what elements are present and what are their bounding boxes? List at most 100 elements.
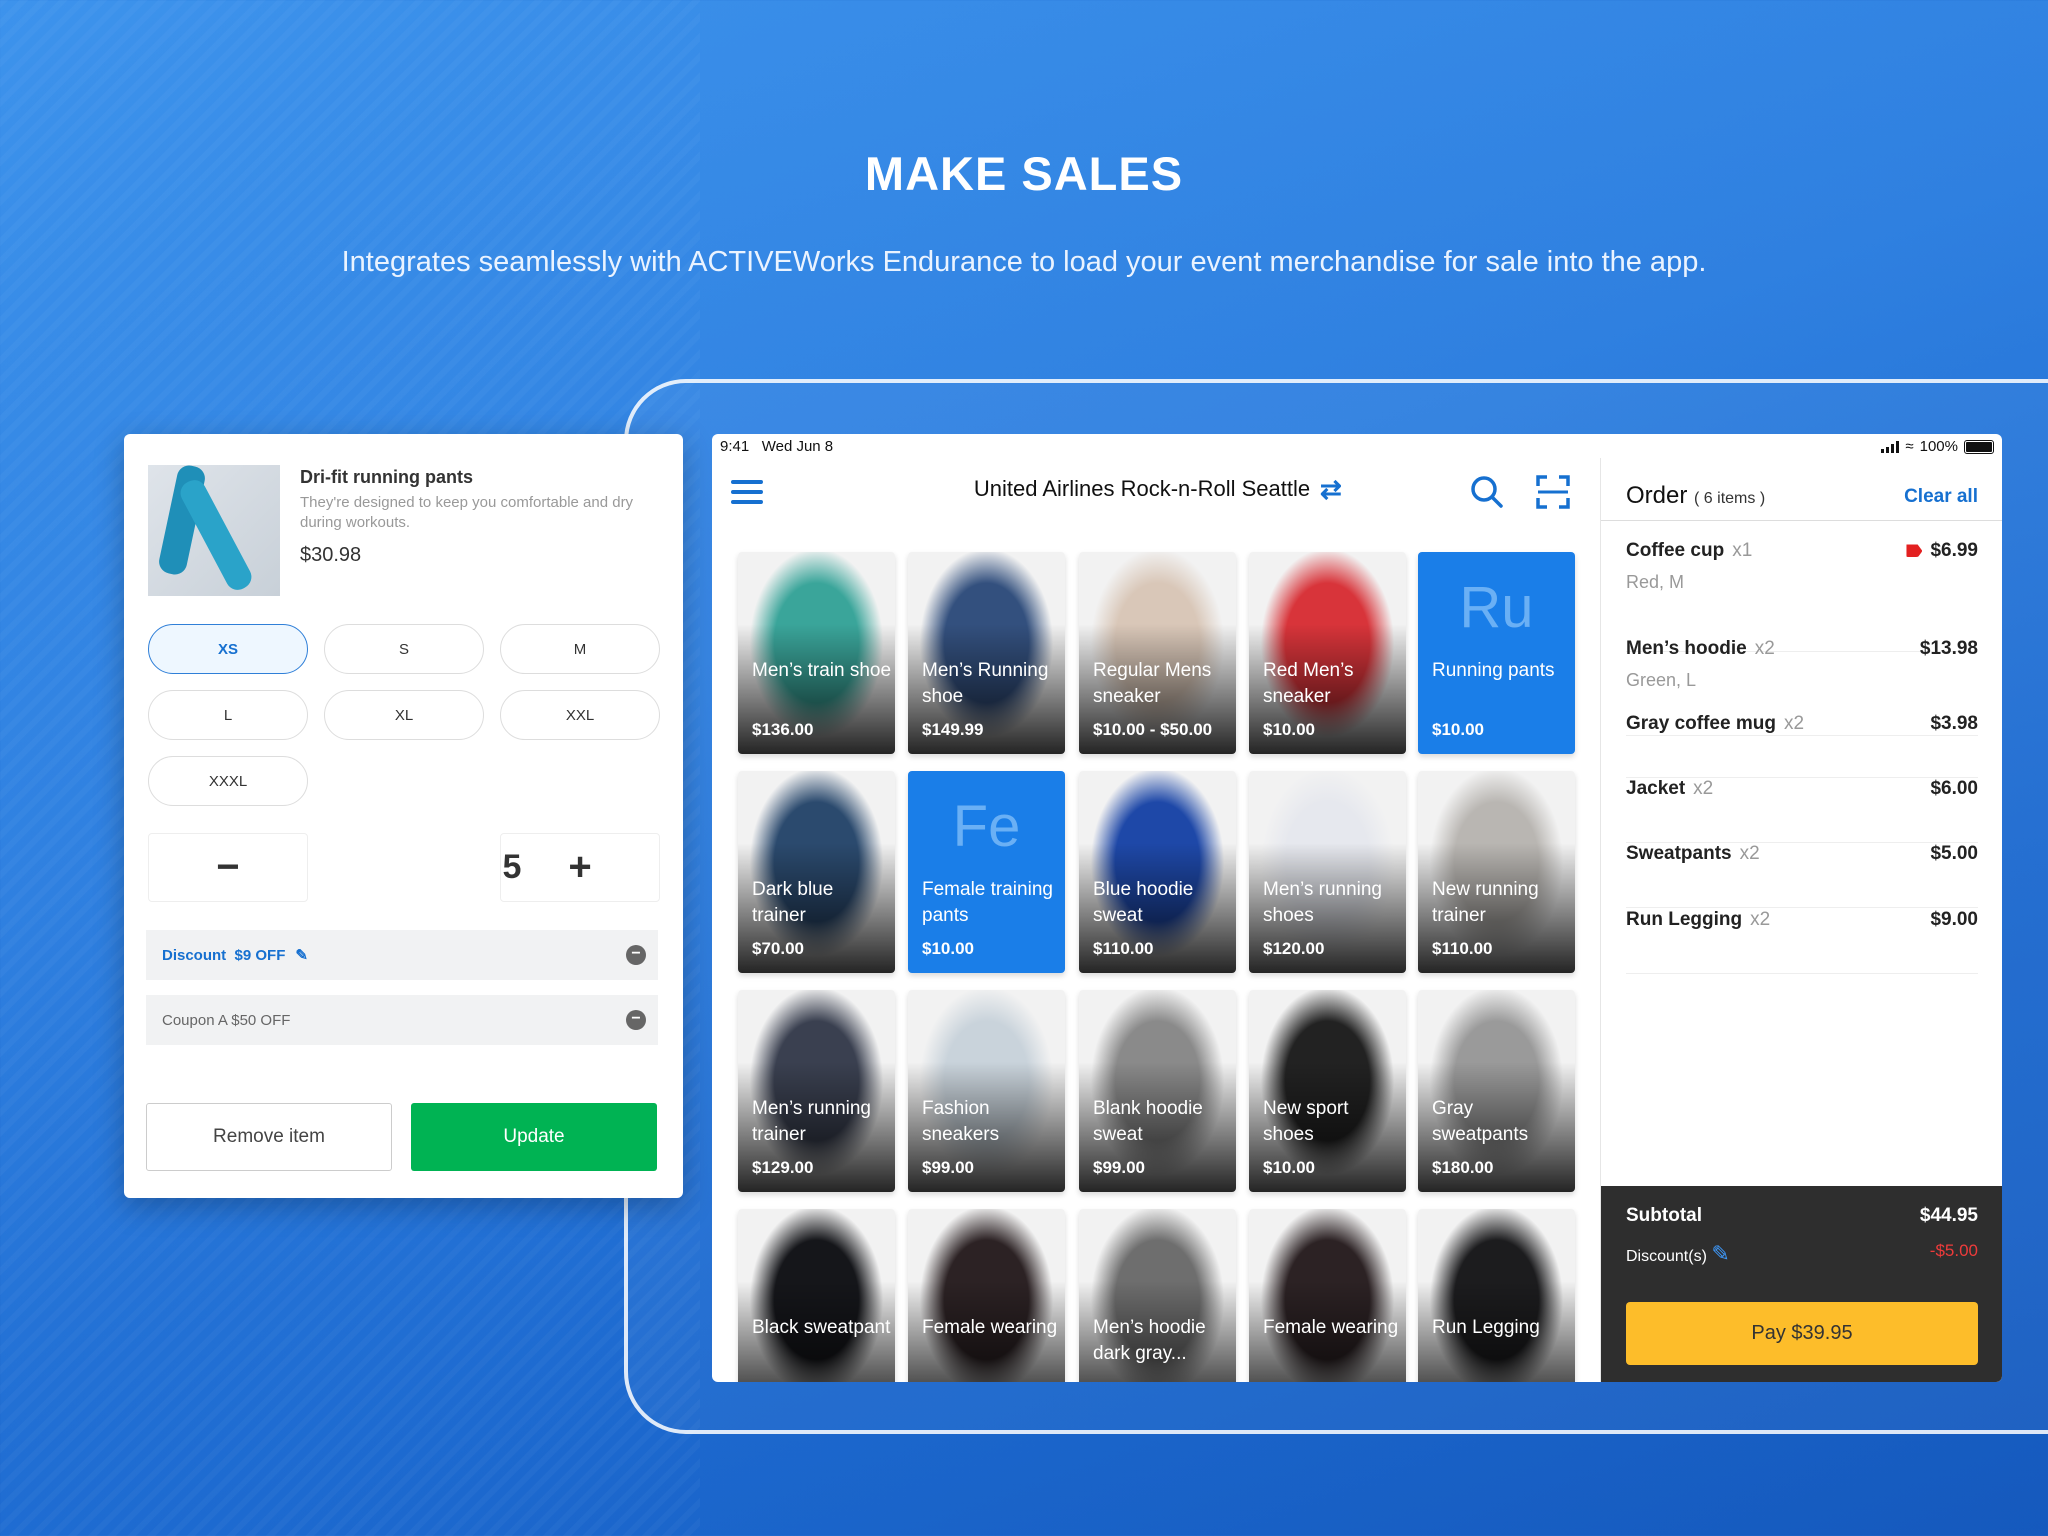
remove-discount-icon[interactable]: − [626,945,646,965]
item-qty: x2 [1783,713,1805,734]
swap-event-icon[interactable]: ⇄ [1320,474,1342,505]
size-option-xxl[interactable]: XXL [500,690,660,740]
product-name: Gray sweatpants [1432,1098,1529,1145]
product-name: Run Legging [1432,1317,1540,1338]
size-option-l[interactable]: L [148,690,308,740]
product-tile[interactable]: Ru Running pants $10.00 [1418,552,1575,754]
product-tile[interactable]: Blank hoodie sweat $99.00 [1079,990,1236,1192]
size-option-xxxl[interactable]: XXXL [148,756,308,806]
product-tile[interactable]: Fe Female training pants $10.00 [908,771,1065,973]
product-tile[interactable]: Gray sweatpants $180.00 [1418,990,1575,1192]
battery-percent: 100% [1919,438,1958,455]
product-tile[interactable]: Regular Mens sneaker $10.00 - $50.00 [1079,552,1236,754]
product-price: $110.00 [1432,939,1493,958]
product-tile[interactable]: Female wearing [908,1209,1065,1382]
item-qty: x2 [1693,778,1714,799]
wifi-icon: ≈ [1905,438,1914,455]
size-option-m[interactable]: M [500,624,660,674]
search-icon[interactable] [1467,472,1507,512]
product-name: New running trainer [1432,879,1539,926]
size-option-xs[interactable]: XS [148,624,308,674]
clear-all-button[interactable]: Clear all [1904,486,1978,508]
product-name: Men’s running shoes [1263,879,1383,926]
product-tile[interactable]: New running trainer $110.00 [1418,771,1575,973]
order-item[interactable]: Run Legging x2 $9.00 [1626,909,1978,974]
product-initials: Fe [952,794,1021,859]
discount-row[interactable]: Discount $9 OFF ✎ − [146,930,658,980]
order-item[interactable]: Sweatpants x2 $5.00 [1626,843,1978,908]
product-name: Regular Mens sneaker [1093,660,1212,707]
item-editor-card: Dri-fit running pants They're designed t… [124,434,683,1198]
order-item[interactable]: Gray coffee mug x2 $3.98 [1626,713,1978,778]
product-tile[interactable]: Men’s Running shoe $149.99 [908,552,1065,754]
menu-icon[interactable] [731,480,763,504]
pay-button[interactable]: Pay $39.95 [1626,1302,1978,1365]
product-title: Dri-fit running pants [300,467,473,487]
item-price: $9.00 [1930,909,1978,930]
pencil-icon[interactable]: ✎ [1711,1241,1729,1266]
discounts-value: -$5.00 [1929,1241,1978,1260]
product-tile[interactable]: Dark blue trainer $70.00 [738,771,895,973]
product-name: Female wearing [1263,1317,1399,1338]
product-name: Dark blue trainer [752,879,834,926]
subtotal-value: $44.95 [1919,1205,1978,1226]
product-price: $99.00 [1093,1158,1145,1177]
product-price: $110.00 [1093,939,1154,958]
item-qty: x2 [1739,843,1760,864]
product-tile[interactable]: Run Legging [1418,1209,1575,1382]
item-price: $6.00 [1930,778,1978,799]
coupon-row[interactable]: Coupon A $50 OFF − [146,995,658,1045]
status-time: 9:41 Wed Jun 8 [720,438,834,455]
product-name: Men’s train shoe [752,660,892,681]
product-price: $136.00 [752,720,814,739]
item-price: $3.98 [1930,713,1978,734]
item-price: $6.99 [1930,540,1978,561]
product-price: $10.00 - $50.00 [1093,720,1213,739]
remove-item-button[interactable]: Remove item [146,1103,392,1171]
product-tile[interactable]: Red Men’s sneaker $10.00 [1249,552,1406,754]
item-variant: Red, M [1626,572,1685,592]
product-tile[interactable]: Men’s hoodie dark gray... [1079,1209,1236,1382]
product-price: $10.00 [1263,1158,1315,1177]
product-tile[interactable]: Black sweatpant [738,1209,895,1382]
product-tile[interactable]: Fashion sneakers $99.00 [908,990,1065,1192]
item-name: Sweatpants [1626,843,1732,864]
pencil-icon[interactable]: ✎ [295,946,308,964]
increase-quantity-button[interactable]: + [500,833,660,902]
product-name: Black sweatpant [752,1317,891,1338]
discounts-label: Discount(s) ✎ [1626,1241,1730,1266]
item-name: Run Legging [1626,909,1743,930]
order-item[interactable]: Coffee cup x1 Red, M $6.99 [1626,540,1978,652]
item-name: Gray coffee mug [1626,713,1776,734]
product-price: $10.00 [1432,720,1484,739]
product-price: $120.00 [1263,939,1325,958]
order-count: ( 6 items ) [1694,490,1766,507]
product-price: $149.99 [922,720,984,739]
product-price: $70.00 [752,939,804,958]
remove-coupon-icon[interactable]: − [626,1010,646,1030]
order-title: Order ( 6 items ) [1626,482,1766,509]
totals-section: Subtotal $44.95 Discount(s) ✎ -$5.00 Pay… [1601,1186,2002,1382]
battery-icon [1964,439,1994,454]
product-name: New sport shoes [1263,1098,1349,1145]
item-qty: x1 [1732,540,1753,561]
divider [1601,520,2002,521]
size-option-xl[interactable]: XL [324,690,484,740]
status-indicators: ≈ 100% [1881,438,1994,455]
pos-screen: 9:41 Wed Jun 8 ≈ 100% United Airlines Ro… [712,434,2002,1382]
product-tile[interactable]: Men’s running trainer $129.00 [738,990,895,1192]
size-option-s[interactable]: S [324,624,484,674]
discount-label: Discount [162,946,227,964]
hero-subtitle: Integrates seamlessly with ACTIVEWorks E… [341,246,1707,278]
decrease-quantity-button[interactable]: − [148,833,308,902]
product-name: Men’s Running shoe [922,660,1049,707]
product-tile[interactable]: Men’s running shoes $120.00 [1249,771,1406,973]
product-tile[interactable]: Men’s train shoe $136.00 [738,552,895,754]
item-name: Men’s hoodie [1626,638,1747,659]
product-tile[interactable]: New sport shoes $10.00 [1249,990,1406,1192]
product-tile[interactable]: Female wearing [1249,1209,1406,1382]
order-item[interactable]: Jacket x2 $6.00 [1626,778,1978,843]
update-button[interactable]: Update [411,1103,657,1171]
product-tile[interactable]: Blue hoodie sweat $110.00 [1079,771,1236,973]
scan-icon[interactable] [1533,472,1573,512]
